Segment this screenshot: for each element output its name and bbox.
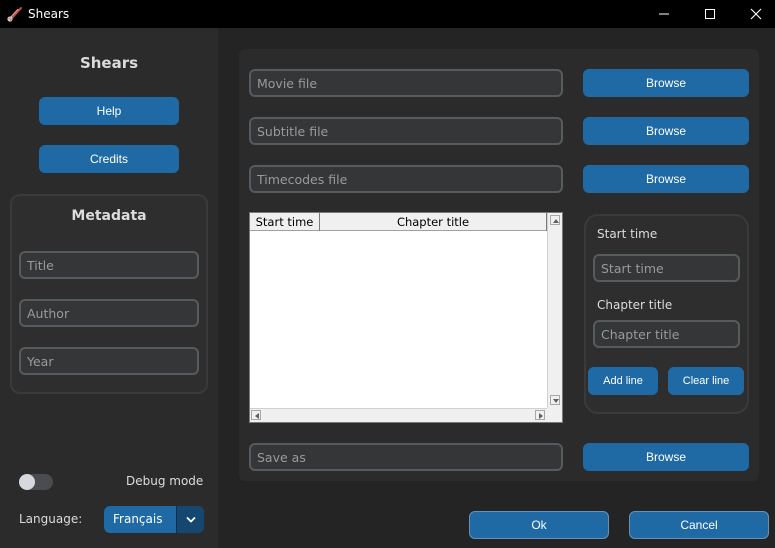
scroll-right-icon[interactable]: [535, 410, 545, 420]
debug-mode-label: Debug mode: [126, 474, 204, 488]
scroll-up-icon[interactable]: [550, 215, 560, 225]
vertical-scrollbar[interactable]: [547, 213, 562, 409]
chapter-list-header: Start time Chapter title: [250, 213, 547, 231]
language-label: Language:: [19, 512, 83, 526]
metadata-frame: Metadata Title Author Year: [10, 194, 208, 394]
horizontal-scrollbar[interactable]: [250, 408, 547, 422]
browse-movie-button[interactable]: Browse: [583, 69, 749, 97]
debug-mode-switch[interactable]: [19, 474, 53, 490]
author-field[interactable]: Author: [19, 299, 199, 327]
window-title: Shears: [28, 7, 70, 21]
browse-save-button[interactable]: Browse: [583, 443, 749, 471]
maximize-button[interactable]: [687, 0, 733, 28]
minimize-icon: [659, 13, 669, 15]
metadata-title: Metadata: [71, 208, 147, 224]
ok-button[interactable]: Ok: [469, 511, 609, 539]
language-value: Français: [113, 512, 163, 526]
language-dropdown-button[interactable]: [176, 506, 204, 533]
credits-button[interactable]: Credits: [39, 145, 179, 173]
chapter-list[interactable]: Start time Chapter title: [249, 212, 563, 423]
save-as-field[interactable]: Save as: [249, 443, 563, 471]
movie-file-field[interactable]: Movie file: [249, 69, 563, 97]
scroll-corner: [547, 408, 562, 422]
scroll-left-icon[interactable]: [251, 410, 261, 420]
cancel-button[interactable]: Cancel: [629, 511, 769, 539]
subtitle-file-field[interactable]: Subtitle file: [249, 117, 563, 145]
chevron-down-icon: [186, 516, 196, 523]
column-chapter-title[interactable]: Chapter title: [320, 213, 547, 231]
language-select[interactable]: Français: [104, 506, 204, 533]
close-icon: [750, 8, 762, 20]
clear-line-button[interactable]: Clear line: [668, 367, 744, 395]
chapter-editor-frame: Start time Start time Chapter title Chap…: [584, 214, 749, 414]
scroll-down-icon[interactable]: [550, 395, 560, 405]
browse-subtitle-button[interactable]: Browse: [583, 117, 749, 145]
sidebar-title: Shears: [79, 54, 139, 72]
title-field[interactable]: Title: [19, 251, 199, 279]
year-field[interactable]: Year: [19, 347, 199, 375]
start-time-field[interactable]: Start time: [593, 254, 740, 282]
start-time-label: Start time: [597, 227, 658, 241]
chapter-title-label: Chapter title: [597, 298, 673, 312]
shears-app-icon: [7, 6, 23, 22]
switch-knob: [19, 474, 35, 490]
help-button[interactable]: Help: [39, 97, 179, 125]
add-line-button[interactable]: Add line: [588, 367, 658, 395]
chapter-title-field[interactable]: Chapter title: [593, 320, 740, 348]
timecodes-file-field[interactable]: Timecodes file: [249, 165, 563, 193]
minimize-button[interactable]: [641, 0, 687, 28]
close-button[interactable]: [733, 0, 775, 28]
browse-timecodes-button[interactable]: Browse: [583, 165, 749, 193]
sidebar: Shears Help Credits Metadata Title Autho…: [0, 28, 218, 548]
title-bar: Shears: [0, 0, 775, 28]
column-start-time[interactable]: Start time: [250, 213, 320, 231]
maximize-icon: [705, 9, 715, 19]
